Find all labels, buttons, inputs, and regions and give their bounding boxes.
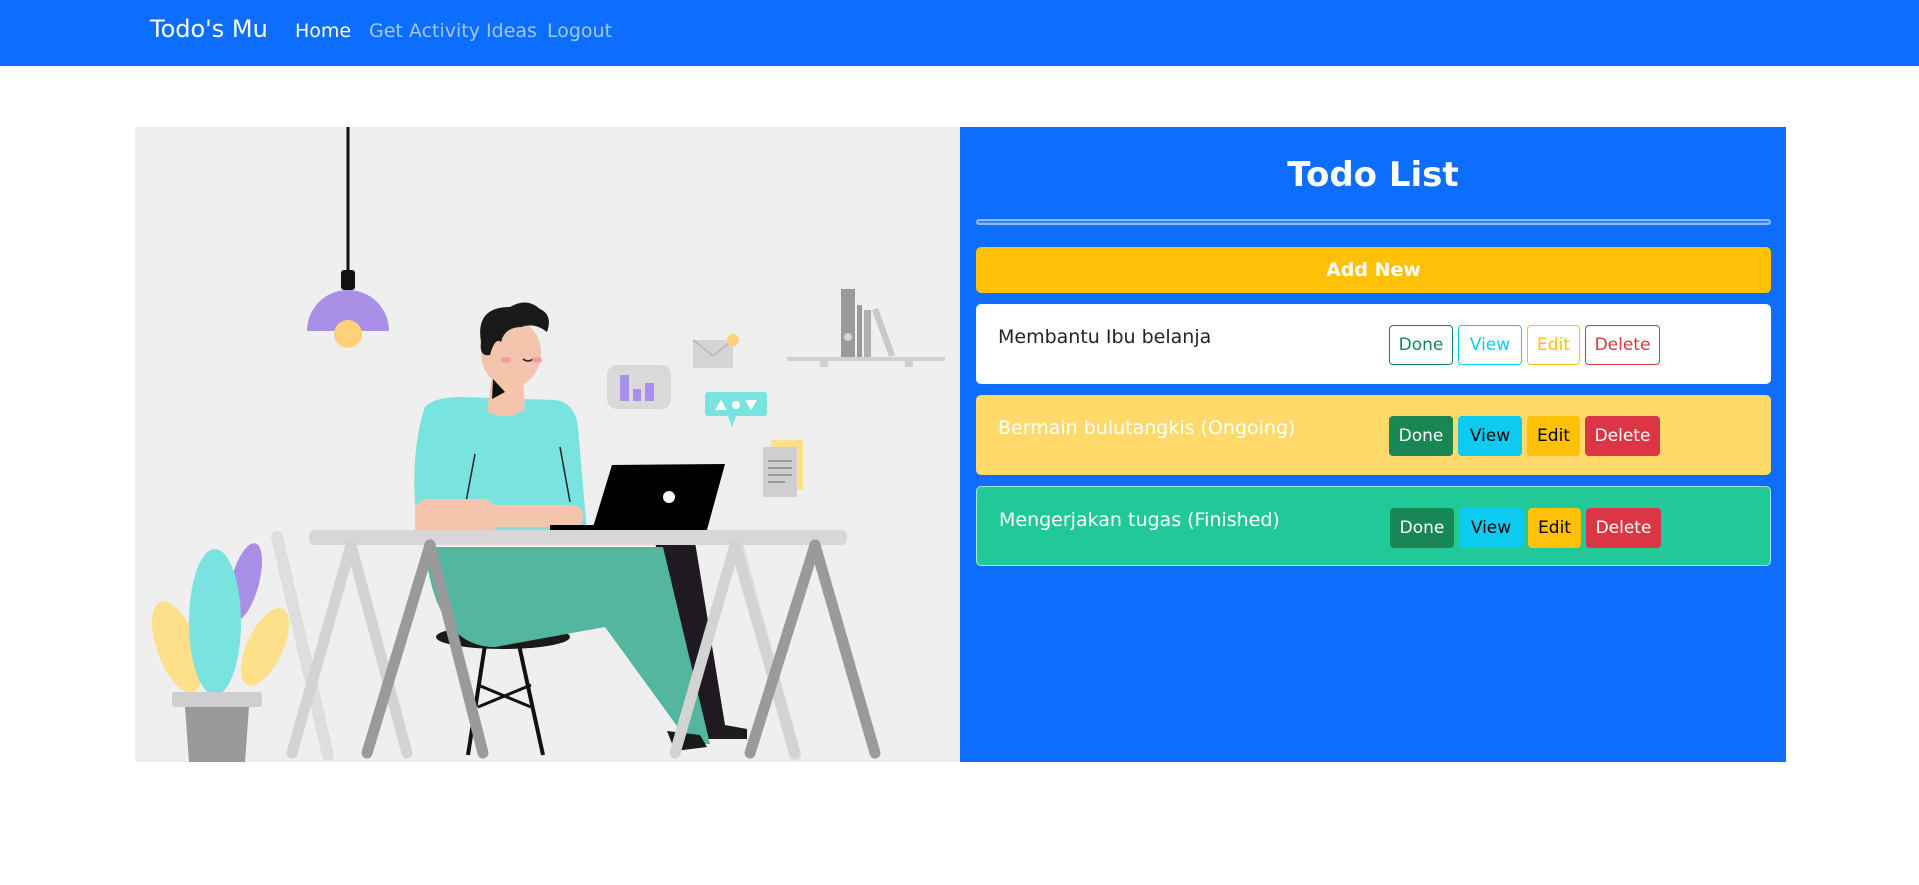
add-new-button[interactable]: Add New [976,247,1771,293]
title-divider [976,219,1771,225]
todo-item-text: Bermain bulutangkis (Ongoing) [998,417,1296,439]
todo-item-text: Mengerjakan tugas (Finished) [999,509,1280,531]
todo-item: Mengerjakan tugas (Finished) Done View E… [976,486,1771,566]
desk [309,530,847,545]
view-button[interactable]: View [1458,325,1522,365]
nav-link-logout[interactable]: Logout [547,20,612,42]
done-button[interactable]: Done [1389,325,1453,365]
todo-list-title: Todo List [1287,155,1459,195]
plant-pot [185,707,249,762]
view-button[interactable]: View [1458,416,1522,456]
hero-illustration [135,127,960,762]
todo-item: Membantu Ibu belanja Done View Edit Dele… [976,304,1771,384]
todo-panel: Todo List Add New Membantu Ibu belanja D… [960,127,1786,762]
book-leaning [872,308,895,357]
edit-button[interactable]: Edit [1528,508,1581,548]
navbar: Todo's Mu Home Get Activity Ideas Logout [0,0,1919,66]
lamp-socket [341,270,355,290]
chart-bubble-icon [607,365,671,409]
todo-item: Bermain bulutangkis (Ongoing) Done View … [976,395,1771,475]
person-working-illustration [152,127,945,762]
navbar-brand[interactable]: Todo's Mu [150,15,268,43]
delete-button[interactable]: Delete [1585,416,1660,456]
view-button[interactable]: View [1459,508,1523,548]
nav-link-activity-ideas[interactable]: Get Activity Ideas [369,20,537,42]
nav-link-home[interactable]: Home [295,20,351,42]
done-button[interactable]: Done [1389,416,1453,456]
delete-button[interactable]: Delete [1586,508,1661,548]
book [857,305,862,357]
edit-button[interactable]: Edit [1527,325,1580,365]
todo-item-text: Membantu Ibu belanja [998,326,1212,348]
lamp-bulb [334,320,362,348]
delete-button[interactable]: Delete [1585,325,1660,365]
shelf [787,357,945,361]
edit-button[interactable]: Edit [1527,416,1580,456]
plant-leaf [189,549,241,695]
done-button[interactable]: Done [1390,508,1454,548]
book [864,310,871,357]
plant-pot-rim [172,692,262,707]
book [841,289,855,357]
